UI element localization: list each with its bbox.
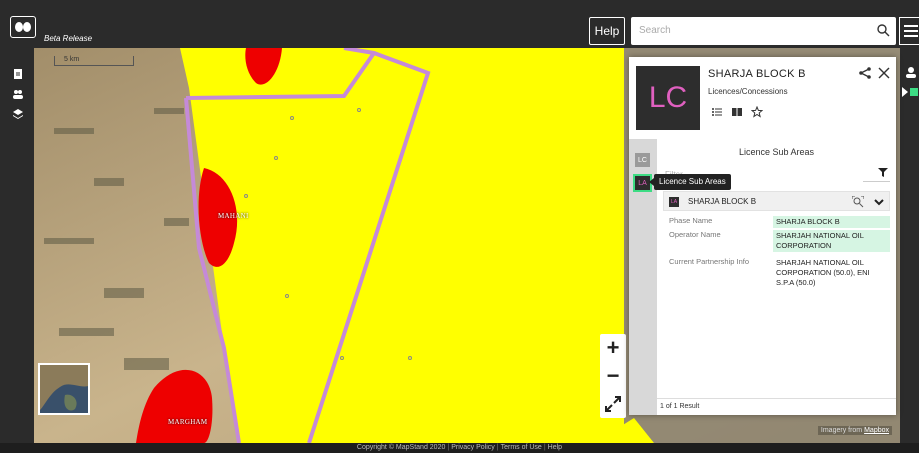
feature-panel: LC SHARJA BLOCK B Licences/Concessions L… xyxy=(629,57,896,415)
results-count: 1 of 1 Result xyxy=(657,398,896,415)
attr-value: SHARJA BLOCK B xyxy=(773,216,890,228)
zoom-controls: + − xyxy=(600,334,626,418)
document-icon[interactable] xyxy=(12,68,24,80)
tab-licence[interactable]: LC xyxy=(635,153,650,167)
layers-icon[interactable] xyxy=(12,108,24,120)
help-button[interactable]: Help xyxy=(589,17,625,45)
scale-label: 5 km xyxy=(64,56,80,63)
menu-hamburger-icon[interactable] xyxy=(899,17,919,45)
star-icon[interactable] xyxy=(751,106,763,118)
attr-key: Phase Name xyxy=(669,216,713,225)
funnel-icon[interactable] xyxy=(878,167,888,177)
card-title: SHARJA BLOCK B xyxy=(688,197,757,206)
panel-title: SHARJA BLOCK B xyxy=(708,68,806,80)
list-icon[interactable] xyxy=(711,106,723,118)
help-link[interactable]: Help xyxy=(548,444,562,451)
attribution-text: Imagery from xyxy=(820,427,865,434)
book-icon[interactable] xyxy=(731,106,743,118)
sub-area-card: LA SHARJA BLOCK B Phase Name SHARJA BLOC… xyxy=(663,191,890,321)
search-icon[interactable] xyxy=(876,23,890,37)
right-rail xyxy=(900,48,919,443)
panel-header: LC SHARJA BLOCK B Licences/Concessions xyxy=(629,57,896,139)
map-attribution: Imagery from Mapbox xyxy=(817,426,892,435)
card-header[interactable]: LA SHARJA BLOCK B xyxy=(663,191,890,211)
expand-arrows-icon xyxy=(605,396,621,412)
users-icon[interactable] xyxy=(12,88,24,100)
panel-tools xyxy=(711,106,763,118)
place-label-mahani: MAHANI xyxy=(218,212,249,220)
search-input[interactable] xyxy=(631,17,861,43)
attr-value: SHARJAH NATIONAL OIL CORPORATION xyxy=(773,230,890,252)
user-icon[interactable] xyxy=(905,66,917,78)
share-icon[interactable] xyxy=(858,66,872,80)
zoom-in-button[interactable]: + xyxy=(600,334,626,362)
mapstand-logo-icon[interactable] xyxy=(10,16,36,38)
search-box xyxy=(631,17,896,45)
card-badge: LA xyxy=(669,197,679,207)
attr-value: SHARJAH NATIONAL OIL CORPORATION (50.0),… xyxy=(776,258,870,287)
footer: Copyright © MapStand 2020 | Privacy Policy… xyxy=(0,443,919,453)
collapse-arrow-icon[interactable] xyxy=(901,86,919,98)
terms-of-use-link[interactable]: Terms of Use xyxy=(501,444,542,451)
copyright-text: Copyright © MapStand 2020 xyxy=(356,444,446,451)
top-bar: Beta Release Help xyxy=(0,0,919,48)
zoom-out-button[interactable]: − xyxy=(600,362,626,390)
minimap-thumbnail[interactable] xyxy=(38,363,90,415)
chevron-down-icon[interactable] xyxy=(873,196,885,208)
tab-tooltip: Licence Sub Areas xyxy=(649,174,731,190)
attribution-link[interactable]: Mapbox xyxy=(864,427,889,434)
tab-licence-sub-areas[interactable]: LA xyxy=(633,174,652,192)
privacy-policy-link[interactable]: Privacy Policy xyxy=(451,444,495,451)
panel-subtitle: Licences/Concessions xyxy=(708,87,788,96)
attr-key: Operator Name xyxy=(669,230,721,239)
licence-area-fill xyxy=(180,48,624,443)
fullscreen-button[interactable] xyxy=(600,390,626,418)
beta-label: Beta Release xyxy=(44,34,93,43)
attr-key: Current Partnership Info xyxy=(669,257,750,266)
place-label-margham: MARGHAM xyxy=(168,418,208,426)
zoom-to-feature-icon[interactable] xyxy=(852,196,864,208)
minimap-image xyxy=(40,365,88,413)
close-icon[interactable] xyxy=(877,66,891,80)
section-title: Licence Sub Areas xyxy=(738,147,815,157)
licence-badge: LC xyxy=(636,66,700,130)
left-rail xyxy=(0,48,34,443)
app-root: Beta Release Help Search 5 km MAHANI MAR… xyxy=(0,0,919,453)
